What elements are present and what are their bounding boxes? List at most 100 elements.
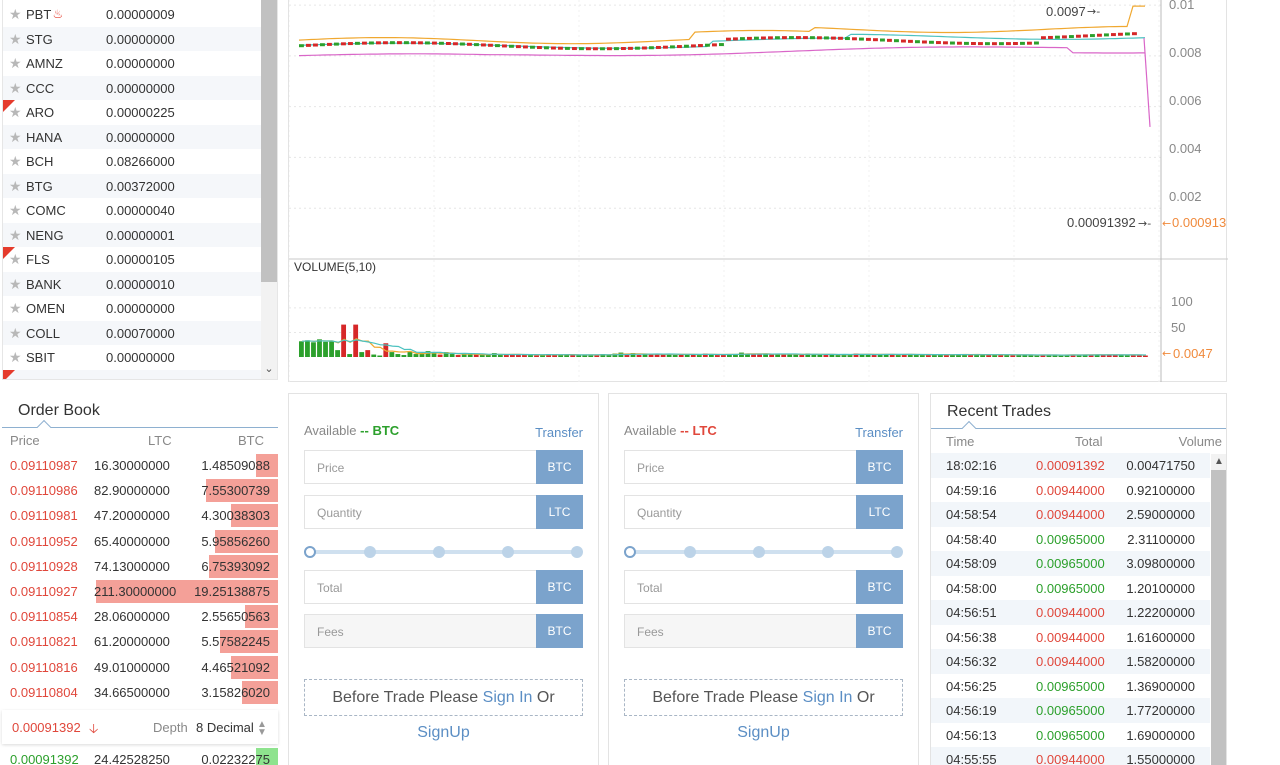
market-row[interactable]: ★ STG 0.00000000	[3, 26, 261, 51]
slider-step[interactable]	[684, 546, 696, 558]
market-price: 0.00000040	[106, 203, 175, 218]
ask-row[interactable]: 0.09110821 61.20000000 5.57582245	[2, 629, 278, 654]
total-field[interactable]: Total BTC	[624, 570, 903, 604]
slider-step[interactable]	[364, 546, 376, 558]
favorite-star-icon[interactable]: ★	[9, 349, 22, 365]
market-row[interactable]: ★ PBT ♨ 0.00000009	[3, 2, 261, 27]
market-row[interactable]: ★ ARO 0.00000225	[3, 100, 261, 125]
quantity-field[interactable]: Quantity LTC	[624, 495, 903, 529]
market-row[interactable]: ★ OMEN 0.00000000	[3, 296, 261, 321]
total-unit: BTC	[536, 570, 583, 604]
favorite-star-icon[interactable]: ★	[9, 300, 22, 316]
quantity-field[interactable]: Quantity LTC	[304, 495, 583, 529]
slider-step[interactable]	[891, 546, 903, 558]
slider-step[interactable]	[502, 546, 514, 558]
sign-in-link[interactable]: Sign In	[803, 689, 853, 706]
favorite-star-icon[interactable]: ★	[9, 31, 22, 47]
volume-bar	[371, 354, 377, 357]
available-sep: --	[680, 423, 689, 438]
col-volume: Volume	[1178, 434, 1222, 449]
transfer-link[interactable]: Transfer	[535, 425, 583, 440]
total-field[interactable]: Total BTC	[304, 570, 583, 604]
price-candle	[1104, 33, 1109, 37]
ask-row[interactable]: 0.09110927 211.30000000 19.25138875	[2, 579, 278, 604]
trade-price: 0.00944000	[1036, 482, 1105, 498]
bid-row[interactable]: 0.00091392 24.42528250 0.02232275	[2, 747, 278, 765]
favorite-star-icon[interactable]: ★	[9, 6, 22, 22]
volume-bar	[335, 350, 340, 357]
ask-row[interactable]: 0.09110952 65.40000000 5.95856260	[2, 529, 278, 554]
sign-up-link[interactable]: SignUp	[737, 724, 789, 741]
price-candle	[313, 43, 318, 47]
market-row[interactable]	[3, 369, 261, 379]
price-ma-line	[298, 5, 1145, 45]
favorite-star-icon[interactable]: ★	[9, 251, 22, 267]
market-symbol: HANA	[26, 129, 63, 145]
slider-step[interactable]	[571, 546, 583, 558]
ask-qty: 47.20000000	[94, 508, 170, 524]
scroll-down-icon[interactable]: ⌄	[261, 360, 277, 378]
favorite-star-icon[interactable]: ★	[9, 202, 22, 218]
favorite-star-icon[interactable]: ★	[9, 276, 22, 292]
ask-row[interactable]: 0.09110816 49.01000000 4.46521092	[2, 655, 278, 680]
sign-in-link[interactable]: Sign In	[483, 689, 533, 706]
ask-row[interactable]: 0.09110804 34.66500000 3.15826020	[2, 680, 278, 705]
market-row[interactable]: ★ BCH 0.08266000	[3, 149, 261, 174]
price-candle	[1132, 32, 1137, 36]
favorite-star-icon[interactable]: ★	[9, 178, 22, 194]
slider-step[interactable]	[753, 546, 765, 558]
quantity-unit: LTC	[856, 495, 903, 529]
ask-row[interactable]: 0.09110981 47.20000000 4.30038303	[2, 503, 278, 528]
available-currency: BTC	[372, 423, 400, 438]
slider-step[interactable]	[433, 546, 445, 558]
market-row[interactable]: ★ NENG 0.00000001	[3, 222, 261, 247]
market-symbol: CCC	[26, 80, 55, 96]
favorite-star-icon[interactable]: ★	[9, 227, 22, 243]
slider-handle[interactable]	[304, 546, 316, 558]
market-row[interactable]: ★ COMC 0.00000040	[3, 198, 261, 223]
volume-last-arrow-icon: ←	[1162, 347, 1171, 360]
ask-row[interactable]: 0.09110854 28.06000000 2.55650563	[2, 604, 278, 629]
price-axis-label: 0.006	[1169, 93, 1202, 108]
trades-scrollbar-thumb[interactable]	[1211, 470, 1226, 765]
favorite-star-icon[interactable]: ★	[9, 153, 22, 169]
price-candle	[838, 36, 843, 40]
col-qty: LTC	[148, 433, 172, 448]
market-row[interactable]: ★ BANK 0.00000010	[3, 271, 261, 296]
decimal-select[interactable]: 8 Decimal	[196, 720, 254, 735]
favorite-star-icon[interactable]: ★	[9, 325, 22, 341]
market-scrollbar-thumb[interactable]	[261, 0, 277, 282]
ask-row[interactable]: 0.09110986 82.90000000 7.55300739	[2, 478, 278, 503]
transfer-link[interactable]: Transfer	[855, 425, 903, 440]
favorite-star-icon[interactable]: ★	[9, 129, 22, 145]
sort-down-icon[interactable]: ▼	[257, 727, 267, 738]
slider-handle[interactable]	[624, 546, 636, 558]
slider-step[interactable]	[822, 546, 834, 558]
market-row[interactable]: ★ SBIT 0.00000000	[3, 345, 261, 370]
favorite-star-icon[interactable]: ★	[9, 55, 22, 71]
price-candle	[621, 47, 626, 51]
volume-bar	[449, 354, 455, 357]
trade-price: 0.00965000	[1036, 678, 1105, 694]
trade-time: 04:58:00	[946, 580, 997, 596]
price-field[interactable]: Price BTC	[624, 450, 903, 484]
ask-row[interactable]: 0.09110987 16.30000000 1.48509088	[2, 453, 278, 478]
market-row[interactable]: ★ CCC 0.00000000	[3, 75, 261, 100]
price-field[interactable]: Price BTC	[304, 450, 583, 484]
price-candle	[537, 46, 542, 50]
volume-axis-label: 100	[1171, 294, 1193, 309]
market-row[interactable]: ★ AMNZ 0.00000000	[3, 51, 261, 76]
market-row[interactable]: ★ FLS 0.00000105	[3, 247, 261, 272]
scroll-up-icon[interactable]: ▲	[1211, 454, 1226, 470]
price-chart[interactable]: VOLUME(5,10) 0.01 0.008 0.006 0.004 0.00…	[288, 0, 1228, 382]
recent-trades-panel: Recent Trades Time Total Volume 18:02:16…	[930, 393, 1227, 765]
favorite-star-icon[interactable]: ★	[9, 80, 22, 96]
sign-up-link[interactable]: SignUp	[417, 724, 469, 741]
amount-slider[interactable]	[304, 546, 583, 558]
market-row[interactable]: ★ HANA 0.00000000	[3, 124, 261, 149]
market-row[interactable]: ★ COLL 0.00070000	[3, 320, 261, 345]
favorite-star-icon[interactable]: ★	[9, 104, 22, 120]
ask-row[interactable]: 0.09110928 74.13000000 6.75393092	[2, 554, 278, 579]
market-row[interactable]: ★ BTG 0.00372000	[3, 173, 261, 198]
amount-slider[interactable]	[624, 546, 903, 558]
